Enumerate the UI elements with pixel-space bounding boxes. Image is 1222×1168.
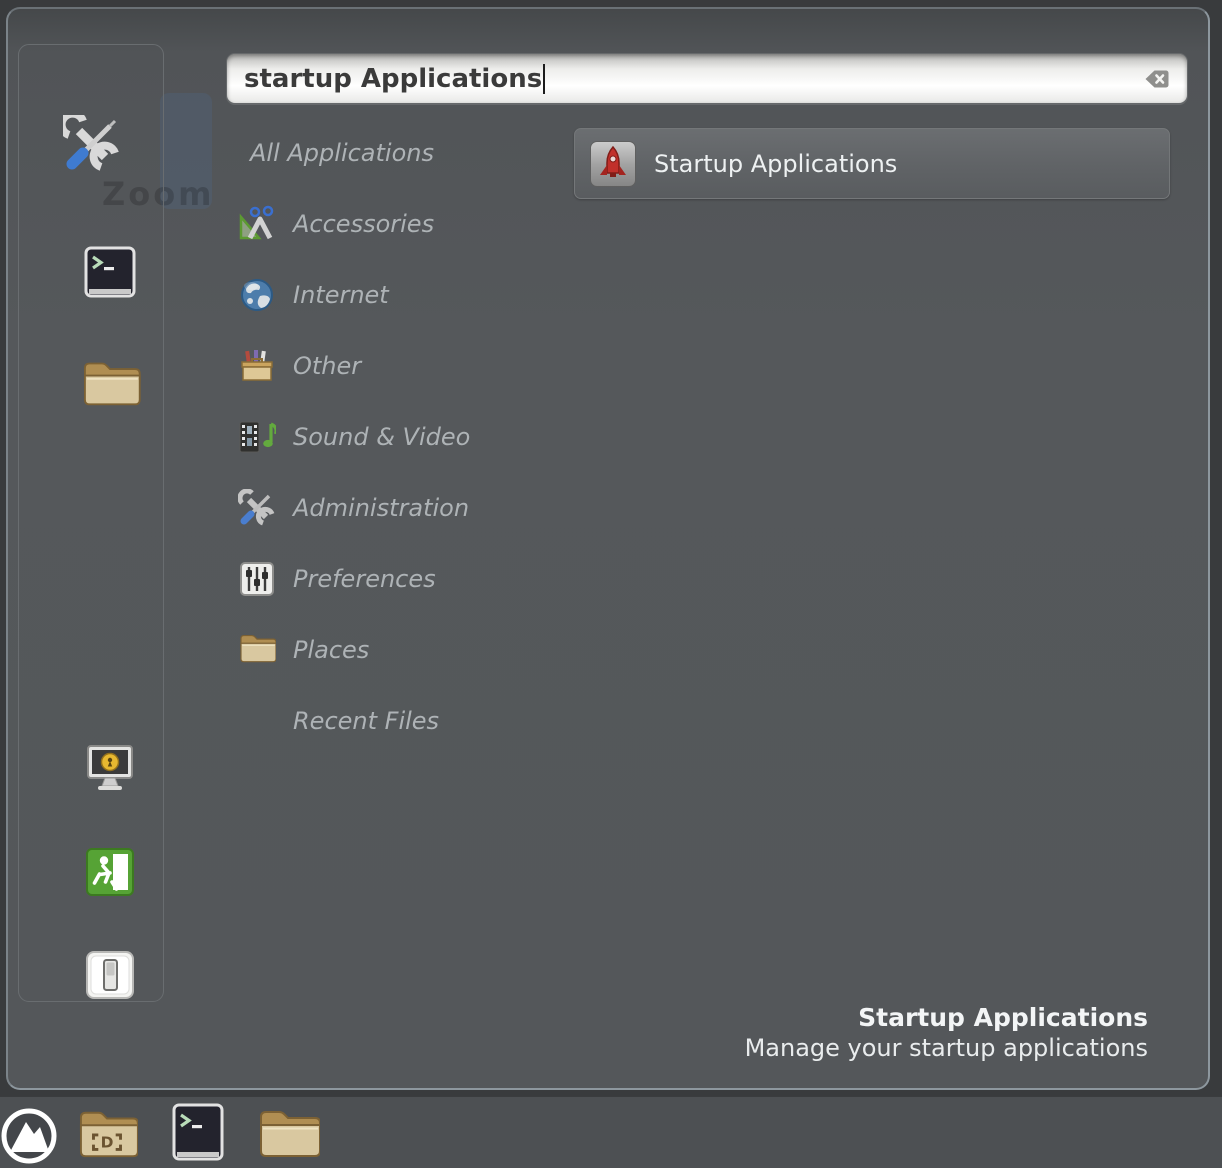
category-label: Places (293, 636, 369, 664)
category-label: Preferences (293, 565, 436, 593)
taskbar: D (0, 1096, 1222, 1168)
places-icon (238, 631, 276, 669)
terminal-icon (84, 283, 136, 302)
desktop: Zoom startup Applications (0, 0, 1222, 1168)
category-icon-spacer (238, 702, 276, 740)
search-input[interactable]: startup Applications (226, 53, 1188, 104)
category-label: Other (293, 352, 361, 380)
startup-rocket-icon (590, 141, 636, 187)
taskbar-item-menu[interactable] (0, 1107, 58, 1168)
folder-icon (79, 394, 141, 413)
sidebar-item-system-tools[interactable] (63, 115, 121, 177)
category-item-all-applications[interactable]: All Applications (250, 131, 580, 175)
result-label: Startup Applications (654, 150, 897, 178)
category-item-sound-video[interactable]: Sound & Video (238, 415, 568, 459)
preferences-icon (238, 560, 276, 598)
administration-icon (238, 489, 276, 527)
taskbar-item-files[interactable] (256, 1105, 320, 1165)
category-item-recent-files[interactable]: Recent Files (238, 699, 568, 743)
sidebar-item-logout[interactable] (85, 847, 135, 901)
terminal-icon (172, 1148, 224, 1167)
taskbar-item-desktop-folder[interactable]: D (76, 1105, 138, 1165)
search-input-value: startup Applications (227, 64, 542, 94)
category-item-administration[interactable]: Administration (238, 486, 568, 530)
logout-icon (85, 882, 135, 901)
lock-screen-icon (83, 779, 137, 798)
desktop-folder-icon: D (76, 1146, 138, 1165)
internet-icon (238, 276, 276, 314)
detail-panel: Startup Applications Manage your startup… (745, 1002, 1148, 1064)
svg-text:D: D (101, 1133, 114, 1151)
clear-search-icon[interactable] (1137, 67, 1171, 91)
sidebar-item-lock-screen[interactable] (83, 740, 137, 798)
accessories-icon (238, 205, 276, 243)
shutdown-icon (84, 986, 136, 1005)
detail-subtitle: Manage your startup applications (745, 1033, 1148, 1064)
category-item-preferences[interactable]: Preferences (238, 557, 568, 601)
category-label: Accessories (293, 210, 434, 238)
sidebar-item-shutdown[interactable] (84, 949, 136, 1005)
category-label: All Applications (250, 139, 434, 167)
sound-video-icon (238, 418, 276, 456)
folder-icon (256, 1146, 320, 1165)
system-tools-icon (63, 158, 121, 177)
text-caret (543, 64, 545, 94)
sidebar-item-terminal[interactable] (84, 246, 136, 302)
sidebar-item-home-folder[interactable] (79, 357, 141, 413)
mint-logo-icon (0, 1150, 58, 1168)
category-label: Internet (293, 281, 389, 309)
category-label: Recent Files (293, 707, 439, 735)
category-item-places[interactable]: Places (238, 628, 568, 672)
taskbar-item-terminal[interactable] (172, 1103, 224, 1167)
category-label: Administration (293, 494, 469, 522)
detail-title: Startup Applications (745, 1002, 1148, 1033)
category-item-accessories[interactable]: Accessories (238, 202, 568, 246)
category-item-other[interactable]: Other (238, 344, 568, 388)
result-item-startup-applications[interactable]: Startup Applications (574, 128, 1170, 199)
sidebar (18, 44, 164, 1002)
category-label: Sound & Video (293, 423, 470, 451)
other-icon (238, 347, 276, 385)
category-item-internet[interactable]: Internet (238, 273, 568, 317)
